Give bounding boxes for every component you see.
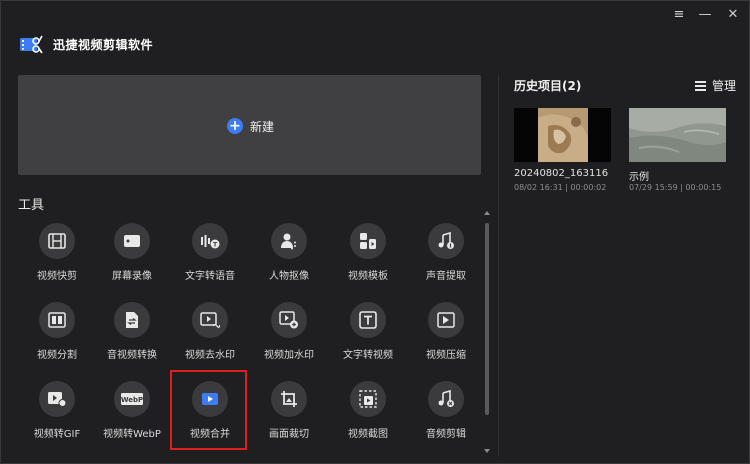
title-bar: 迅捷视频剪辑软件 ≡ — ✕ [1, 1, 750, 71]
tool-label: 视频转WebP [103, 429, 161, 440]
app-title: 迅捷视频剪辑软件 [53, 38, 154, 52]
audio-cut-icon [428, 381, 464, 417]
crop-icon [271, 381, 307, 417]
screen-record-icon [114, 223, 150, 259]
convert-icon [114, 302, 150, 338]
tool-label: 视频分割 [37, 350, 77, 361]
panel-divider [498, 75, 499, 457]
tool-video-screenshot[interactable]: 视频截图 [330, 381, 410, 451]
tool-text-to-video[interactable]: 文字转视频 [330, 302, 410, 372]
remove-watermark-icon [192, 302, 228, 338]
scroll-up-icon[interactable] [484, 211, 490, 215]
tool-label: 视频加水印 [264, 350, 314, 361]
history-thumbnail[interactable] [629, 108, 726, 162]
manage-label: 管理 [712, 79, 737, 93]
list-icon [695, 80, 706, 91]
webp-icon: WebP [114, 381, 150, 417]
history-item-meta: 08/02 16:31 | 00:00:02 [514, 183, 607, 192]
tool-label: 音视频转换 [107, 350, 157, 361]
tool-video-template[interactable]: 视频模板 [330, 223, 410, 293]
tool-video-compress[interactable]: 视频压缩 [408, 302, 488, 372]
compress-icon [428, 302, 464, 338]
scroll-down-icon[interactable] [484, 449, 490, 453]
tool-video-quick-cut[interactable]: 视频快剪 [19, 223, 99, 293]
tool-crop[interactable]: 画面裁切 [251, 381, 331, 451]
tool-label: 视频压缩 [426, 350, 466, 361]
tool-label: 视频模板 [348, 271, 388, 282]
tool-sound-extract[interactable]: 声音提取 [408, 223, 488, 293]
person-cutout-icon [271, 223, 307, 259]
text-to-speech-icon: T [192, 223, 228, 259]
svg-text:WebP: WebP [121, 396, 143, 404]
history-thumbnail[interactable] [514, 108, 611, 162]
tool-text-to-speech[interactable]: T 文字转语音 [172, 223, 252, 293]
tool-remove-watermark[interactable]: 视频去水印 [172, 302, 252, 372]
screenshot-icon [350, 381, 386, 417]
history-item-meta: 07/29 15:59 | 00:00:15 [629, 183, 722, 192]
app-window: 迅捷视频剪辑软件 ≡ — ✕ + 新建 工具 视频快剪 屏幕录像 T 文字转语音 [0, 0, 750, 464]
tool-screen-record[interactable]: 屏幕录像 [94, 223, 174, 293]
tool-av-convert[interactable]: 音视频转换 [94, 302, 174, 372]
tools-scrollbar[interactable] [483, 211, 491, 457]
close-icon[interactable]: ✕ [725, 7, 741, 23]
history-item-name: 20240802_163116 [514, 168, 609, 179]
tool-audio-cut[interactable]: 音频剪辑 [408, 381, 488, 451]
tool-person-cutout[interactable]: 人物抠像 [251, 223, 331, 293]
history-item-name: 示例 [629, 172, 649, 183]
video-split-icon [39, 302, 75, 338]
tool-label: 音频剪辑 [426, 429, 466, 440]
gif-icon [39, 381, 75, 417]
add-watermark-icon [271, 302, 307, 338]
scroll-thumb[interactable] [485, 223, 489, 415]
tool-label: 声音提取 [426, 271, 466, 282]
tool-label: 画面裁切 [269, 429, 309, 440]
tools-heading: 工具 [18, 198, 45, 213]
menu-icon[interactable]: ≡ [671, 7, 687, 23]
music-extract-icon [428, 223, 464, 259]
plus-icon: + [227, 118, 243, 134]
app-logo-icon [19, 34, 43, 54]
template-icon [350, 223, 386, 259]
tool-label: 视频转GIF [33, 429, 81, 440]
text-to-video-icon [350, 302, 386, 338]
manage-button[interactable]: 管理 [695, 77, 736, 94]
tool-label: 屏幕录像 [112, 271, 152, 282]
tool-add-watermark[interactable]: 视频加水印 [251, 302, 331, 372]
highlight-box [170, 370, 247, 450]
tool-label: 视频快剪 [37, 271, 77, 282]
tool-label: 视频去水印 [185, 350, 235, 361]
new-project-button[interactable]: + 新建 [227, 117, 274, 135]
tool-label: 文字转视频 [343, 350, 393, 361]
tool-video-split[interactable]: 视频分割 [19, 302, 99, 372]
history-title: 历史项目(2) [514, 79, 582, 93]
tool-video-to-gif[interactable]: 视频转GIF [19, 381, 99, 451]
tool-video-to-webp[interactable]: WebP 视频转WebP [94, 381, 174, 451]
minimize-icon[interactable]: — [697, 7, 713, 23]
new-project-card[interactable]: + 新建 [18, 75, 481, 175]
new-project-label: 新建 [250, 119, 275, 134]
tool-label: 人物抠像 [269, 271, 309, 282]
film-icon [39, 223, 75, 259]
tool-label: 视频截图 [348, 429, 388, 440]
tool-label: 文字转语音 [185, 271, 235, 282]
